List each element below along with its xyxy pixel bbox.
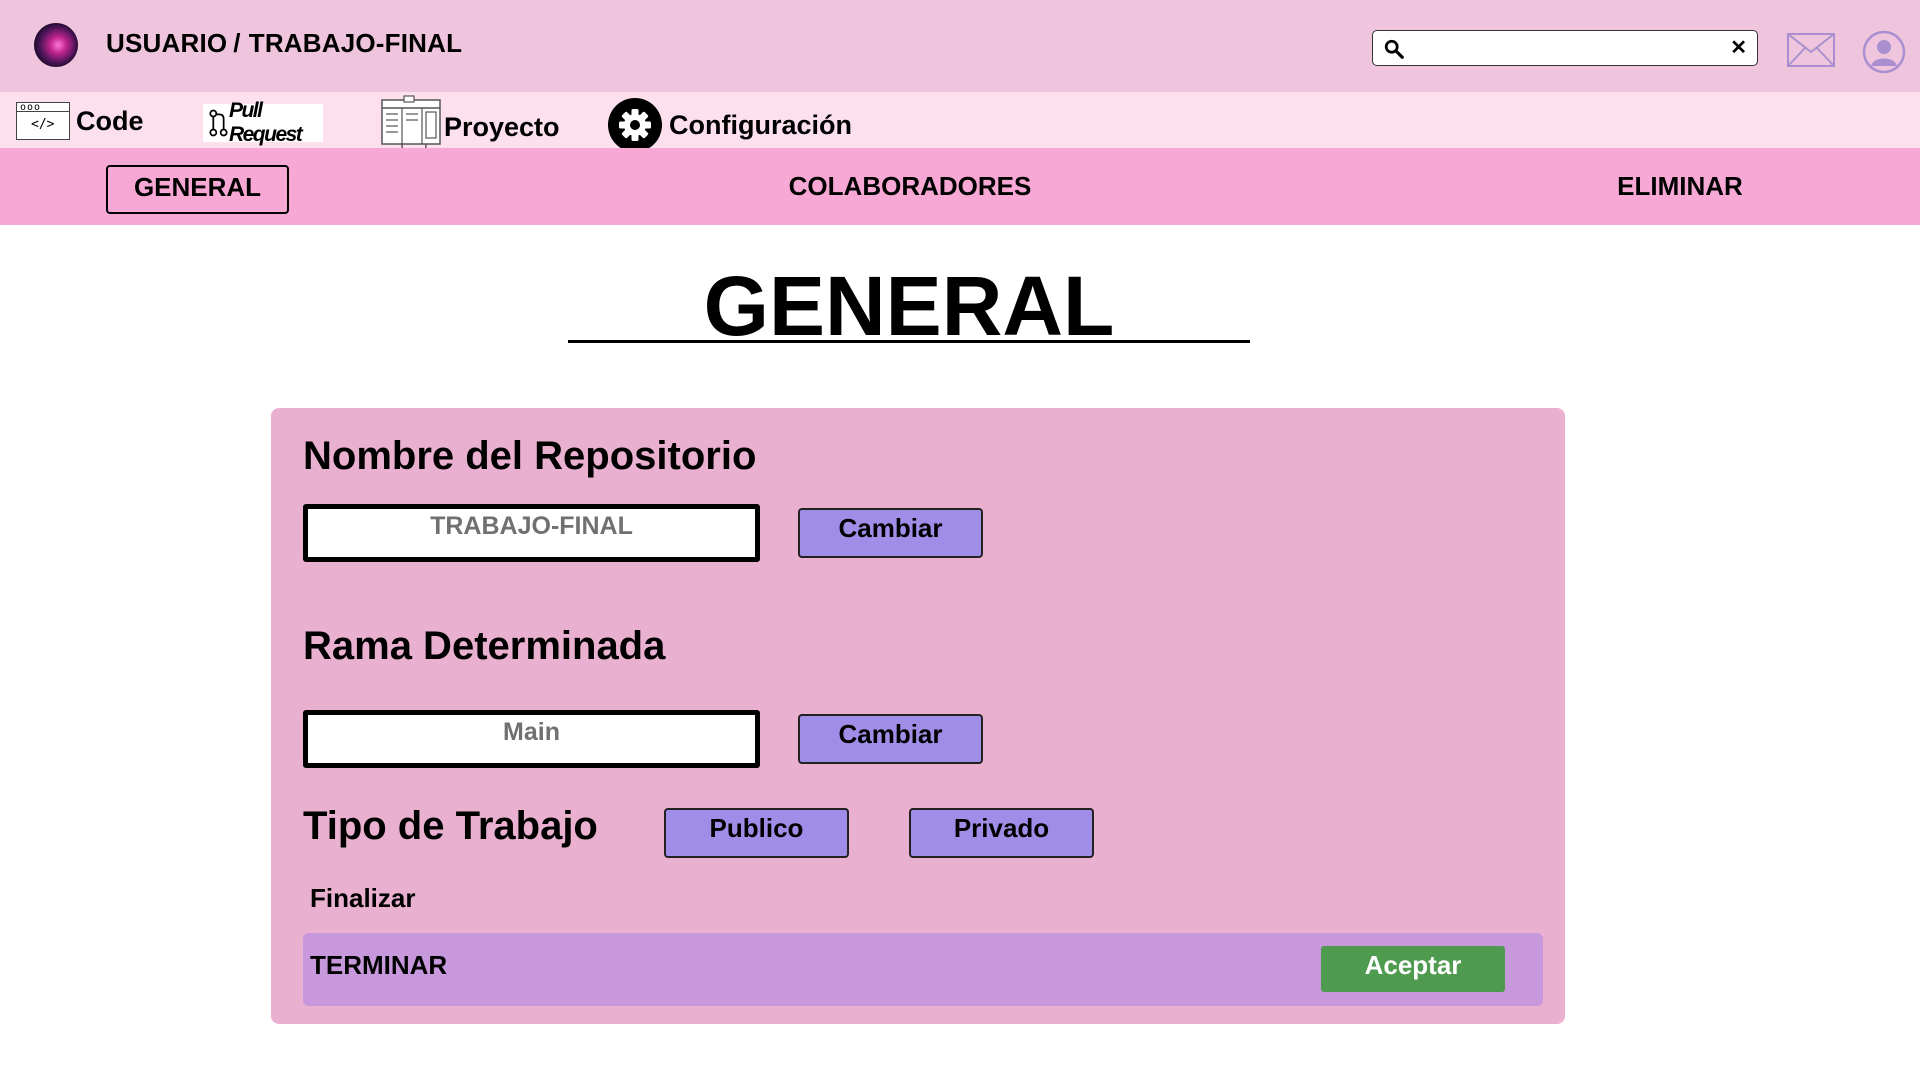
change-branch-button[interactable]: Cambiar <box>798 714 983 764</box>
search-input[interactable] <box>1409 35 1713 63</box>
nav-code[interactable]: ooo </> Code <box>16 102 144 140</box>
search-icon <box>1384 39 1404 59</box>
search-box: ✕ <box>1372 30 1758 66</box>
breadcrumb-repo[interactable]: TRABAJO-FINAL <box>249 28 462 58</box>
repo-nav: ooo </> Code Pull Request Proyecto Confi… <box>0 92 1920 159</box>
accept-button[interactable]: Aceptar <box>1321 946 1505 992</box>
tab-collaborators[interactable]: COLABORADORES <box>760 171 1060 202</box>
logo-icon[interactable] <box>34 23 78 67</box>
terminate-bar: TERMINAR Aceptar <box>303 933 1543 1006</box>
repo-name-input[interactable] <box>308 509 755 557</box>
top-header: USUARIO / TRABAJO-FINAL ✕ <box>0 0 1920 92</box>
breadcrumb: USUARIO / TRABAJO-FINAL <box>106 28 462 59</box>
default-branch-input[interactable] <box>308 715 755 763</box>
terminate-label: TERMINAR <box>310 950 448 980</box>
code-icon: ooo </> <box>16 102 70 140</box>
nav-project-label: Proyecto <box>444 111 560 142</box>
default-branch-label: Rama Determinada <box>303 624 666 668</box>
repo-name-label: Nombre del Repositorio <box>303 434 757 478</box>
general-settings-panel: Nombre del Repositorio Cambiar Rama Dete… <box>271 408 1565 1024</box>
nav-pull-request[interactable]: Pull Request <box>203 99 323 146</box>
pull-request-icon <box>209 109 228 137</box>
breadcrumb-user[interactable]: USUARIO <box>106 28 227 58</box>
finish-label: Finalizar <box>310 883 416 913</box>
close-icon[interactable]: ✕ <box>1730 35 1747 61</box>
breadcrumb-separator: / <box>233 28 241 58</box>
user-avatar-icon[interactable] <box>1862 30 1906 74</box>
nav-code-label: Code <box>76 105 144 136</box>
work-type-label: Tipo de Trabajo <box>303 804 598 848</box>
gear-icon <box>608 98 662 152</box>
settings-tabs: GENERAL COLABORADORES ELIMINAR <box>0 148 1920 225</box>
mail-icon[interactable] <box>1786 32 1836 68</box>
private-button[interactable]: Privado <box>909 808 1094 858</box>
tab-delete[interactable]: ELIMINAR <box>1580 171 1780 202</box>
rename-repo-button[interactable]: Cambiar <box>798 508 983 558</box>
public-button[interactable]: Publico <box>664 808 849 858</box>
repo-name-field <box>303 504 760 562</box>
nav-pull-request-label: Pull Request <box>228 99 303 146</box>
nav-settings[interactable]: Configuración <box>607 97 852 153</box>
tab-general[interactable]: GENERAL <box>106 165 289 214</box>
default-branch-field <box>303 710 760 768</box>
nav-settings-label: Configuración <box>669 109 852 140</box>
title-underline <box>568 340 1250 343</box>
